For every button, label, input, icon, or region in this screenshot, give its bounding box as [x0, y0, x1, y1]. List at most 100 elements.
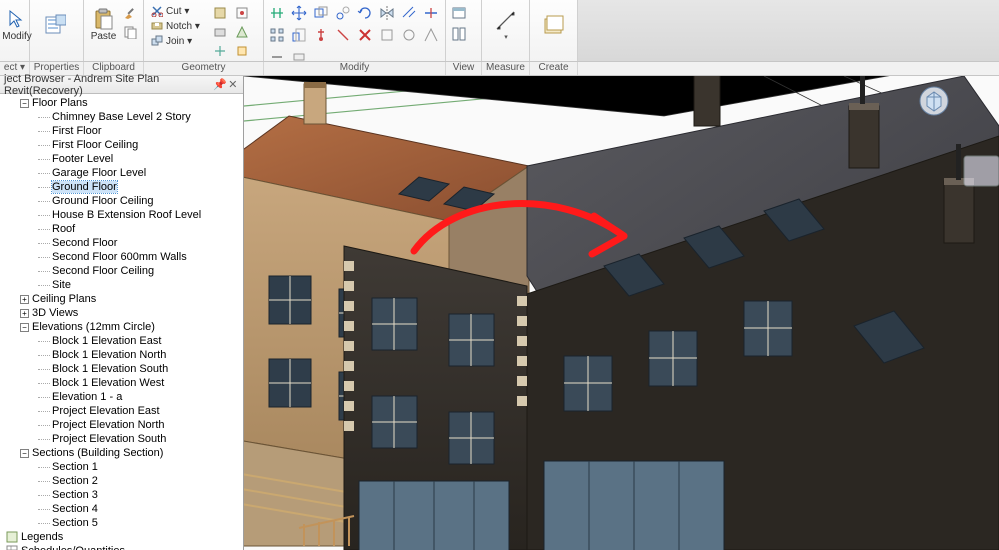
collapse-icon[interactable]: −	[20, 99, 29, 108]
close-icon[interactable]: ✕	[227, 78, 239, 92]
properties-button[interactable]	[34, 2, 76, 47]
ribbon-group-geometry: Cut ▾ Notch ▾ Join ▾	[144, 0, 264, 61]
join-button[interactable]: Join ▾	[148, 34, 203, 48]
modify-x3[interactable]	[422, 26, 440, 44]
tree-item[interactable]: Elevation 1 - a	[2, 390, 243, 404]
measure-button[interactable]: ▾	[486, 2, 525, 47]
cursor-icon	[5, 7, 29, 31]
modify-tool-button[interactable]: Modify	[4, 2, 30, 47]
tree-item[interactable]: Block 1 Elevation North	[2, 348, 243, 362]
clipboard-copy-button[interactable]	[121, 23, 139, 41]
notch-button[interactable]: Notch ▾	[148, 19, 203, 33]
create-button[interactable]	[534, 2, 573, 47]
tree-item[interactable]: Project Elevation South	[2, 432, 243, 446]
tree-item[interactable]: Second Floor	[2, 236, 243, 250]
modify-x2[interactable]	[400, 26, 418, 44]
tree-node-legends[interactable]: Legends	[2, 530, 243, 544]
tree-node-schedules[interactable]: Schedules/Quantities	[2, 544, 243, 550]
trim-icon	[401, 5, 417, 21]
tree-node-3d-views[interactable]: +3D Views	[2, 306, 243, 320]
tree-item[interactable]: Section 5	[2, 516, 243, 530]
match-type-button[interactable]	[121, 4, 139, 22]
move-button[interactable]	[290, 4, 308, 22]
scale-button[interactable]	[290, 26, 308, 44]
rotate-button[interactable]	[356, 4, 374, 22]
tree-item[interactable]: First Floor Ceiling	[2, 138, 243, 152]
align-icon	[269, 5, 285, 21]
collapse-icon[interactable]: −	[20, 323, 29, 332]
tree-node-ceiling-plans[interactable]: +Ceiling Plans	[2, 292, 243, 306]
modify-x1[interactable]	[378, 26, 396, 44]
tree-item[interactable]: Block 1 Elevation West	[2, 376, 243, 390]
move-icon	[291, 5, 307, 21]
geom-e-button[interactable]	[233, 23, 251, 41]
geom-c-button[interactable]	[211, 42, 229, 60]
scale-icon	[291, 27, 307, 43]
tree-item[interactable]: Section 3	[2, 488, 243, 502]
panel-label-view: View	[446, 62, 482, 75]
tree-item[interactable]: Project Elevation North	[2, 418, 243, 432]
delete-icon	[357, 27, 373, 43]
geom-b-button[interactable]	[211, 23, 229, 41]
project-browser-tree[interactable]: −Floor Plans Chimney Base Level 2 StoryF…	[0, 94, 243, 550]
cope-button[interactable]	[211, 4, 229, 22]
panel-label-measure: Measure	[482, 62, 530, 75]
tree-item[interactable]: House B Extension Roof Level	[2, 208, 243, 222]
tree-item[interactable]: Chimney Base Level 2 Story	[2, 110, 243, 124]
clipboard-small-stack	[121, 4, 139, 41]
schedules-icon	[6, 545, 18, 550]
offset-button[interactable]	[312, 4, 330, 22]
split-button[interactable]	[422, 4, 440, 22]
pin-icon[interactable]: 📌	[213, 78, 227, 92]
tree-item[interactable]: Garage Floor Level	[2, 166, 243, 180]
project-browser-panel: ject Browser - Andrem Site Plan Revit(Re…	[0, 76, 244, 550]
tree-item[interactable]: Ground Floor	[2, 180, 243, 194]
tree-node-floor-plans[interactable]: −Floor Plans	[2, 96, 243, 110]
tree-item[interactable]: Site	[2, 278, 243, 292]
tree-node-elevations[interactable]: −Elevations (12mm Circle)	[2, 320, 243, 334]
geom-f-button[interactable]	[233, 42, 251, 60]
tree-item[interactable]: Section 4	[2, 502, 243, 516]
copy-button[interactable]	[334, 4, 352, 22]
tree-item[interactable]: First Floor	[2, 124, 243, 138]
cut-button[interactable]: Cut ▾	[148, 4, 203, 18]
expand-icon[interactable]: +	[20, 309, 29, 318]
expand-icon[interactable]: +	[20, 295, 29, 304]
tree-item[interactable]: Second Floor Ceiling	[2, 264, 243, 278]
tree-item[interactable]: Ground Floor Ceiling	[2, 194, 243, 208]
model-viewport[interactable]	[244, 76, 999, 550]
tree-item[interactable]: Section 2	[2, 474, 243, 488]
pin-button[interactable]	[312, 26, 330, 44]
geom-d-button[interactable]	[233, 4, 251, 22]
measure-icon	[494, 9, 518, 33]
scene-render	[244, 76, 999, 550]
mirror-button[interactable]	[378, 4, 396, 22]
offset-icon	[313, 5, 329, 21]
tree-item[interactable]: Block 1 Elevation South	[2, 362, 243, 376]
tree-item[interactable]: Roof	[2, 222, 243, 236]
ribbon-group-measure: ▾	[482, 0, 530, 61]
legends-icon	[6, 531, 18, 543]
brush-icon	[123, 6, 137, 20]
tree-item[interactable]: Second Floor 600mm Walls	[2, 250, 243, 264]
delete-button[interactable]	[356, 26, 374, 44]
trim-button[interactable]	[400, 4, 418, 22]
tree-item[interactable]: Section 1	[2, 460, 243, 474]
collapse-icon[interactable]: −	[20, 449, 29, 458]
tree-node-sections[interactable]: −Sections (Building Section)	[2, 446, 243, 460]
align-button[interactable]	[268, 4, 286, 22]
paste-button[interactable]: Paste	[88, 2, 119, 47]
view-b-button[interactable]	[450, 25, 468, 43]
split-face-icon	[213, 44, 227, 58]
wall-icon	[213, 25, 227, 39]
tree-item[interactable]: Project Elevation East	[2, 404, 243, 418]
tree-item[interactable]: Block 1 Elevation East	[2, 334, 243, 348]
geometry-icons-2	[233, 4, 251, 60]
project-browser-titlebar[interactable]: ject Browser - Andrem Site Plan Revit(Re…	[0, 76, 243, 94]
tree-item[interactable]: Footer Level	[2, 152, 243, 166]
view-a-button[interactable]	[450, 4, 468, 22]
unpin-button[interactable]	[334, 26, 352, 44]
panel-label-modify: Modify	[264, 62, 446, 75]
array-button[interactable]	[268, 26, 286, 44]
ribbon: Modify Paste	[0, 0, 999, 62]
